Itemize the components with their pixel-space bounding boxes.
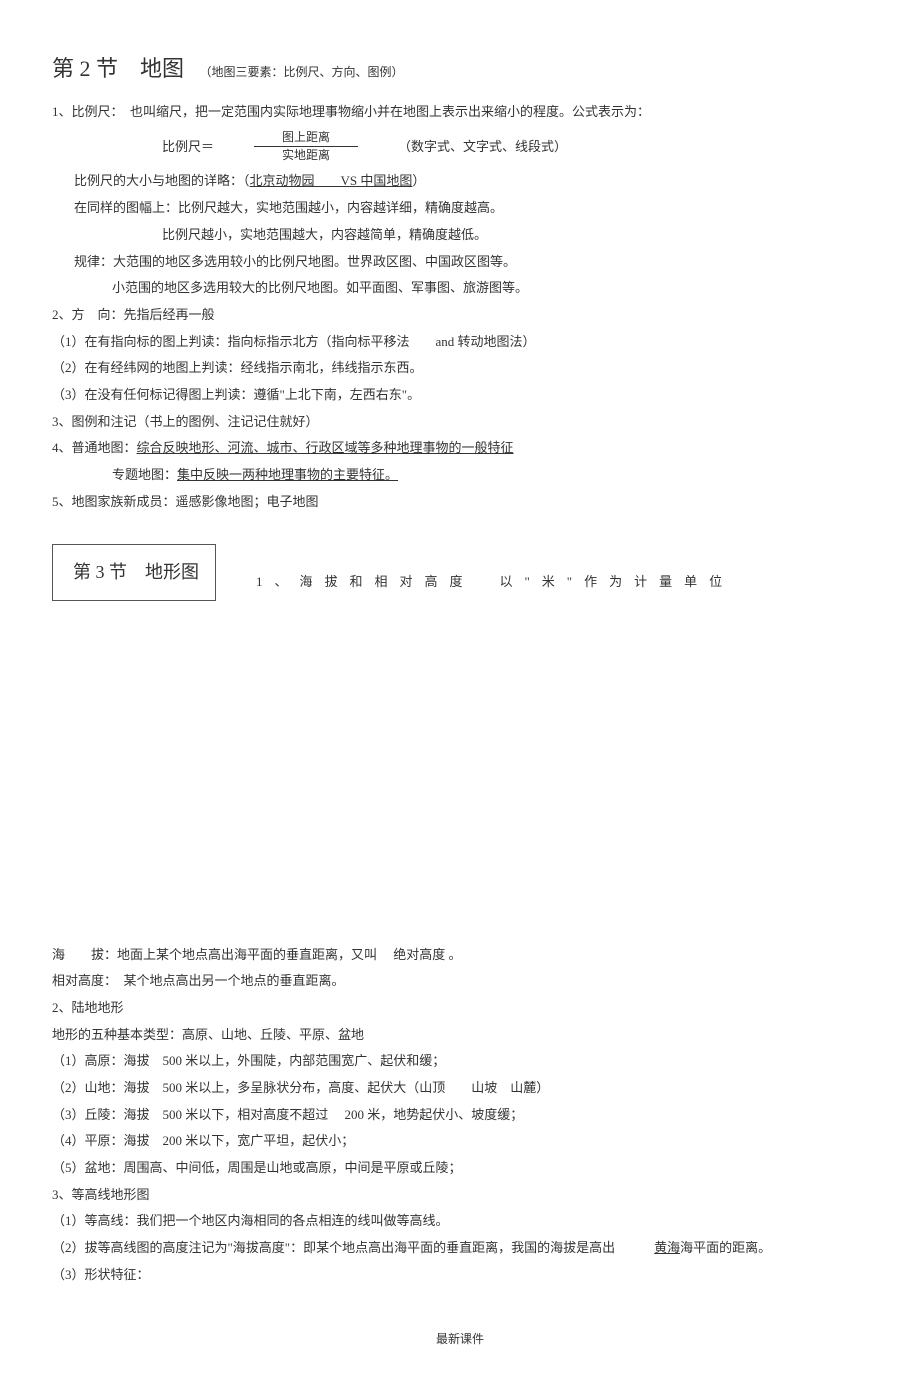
type-2: （2）山地：海拔 500 米以上，多呈脉状分布，高度、起伏大（山顶 山坡 山麓） — [52, 1076, 868, 1101]
text: ） — [412, 173, 425, 188]
scale-types: （数字式、文字式、线段式） — [398, 135, 567, 160]
type-1: （1）高原：海拔 500 米以上，外围陡，内部范围宽广、起伏和缓； — [52, 1049, 868, 1074]
text: （2）拔等高线图的高度注记为"海拔高度"：即某个地点高出海平面的垂直距离，我国的… — [52, 1240, 654, 1255]
section-3-intro: 1、海拔和相对高度 以"米"作为计量单位 — [216, 570, 868, 601]
contour-2: （2）拔等高线图的高度注记为"海拔高度"：即某个地点高出海平面的垂直距离，我国的… — [52, 1236, 868, 1261]
item-1b: 在同样的图幅上：比例尺越大，实地范围越小，内容越详细，精确度越高。 — [52, 196, 868, 221]
label: 4、普通地图： — [52, 440, 137, 455]
item-2a: （1）在有指向标的图上判读：指向标指示北方（指向标平移法 and 转动地图法） — [52, 330, 868, 355]
item-land-2: 2、陆地地形 — [52, 996, 868, 1021]
label: 海 拔： — [52, 947, 117, 962]
rel-alt-def: 相对高度： 某个地点高出另一个地点的垂直距离。 — [52, 969, 868, 994]
page-footer: 最新课件 — [52, 1328, 868, 1351]
section-3-header-row: 第 3 节 地形图 1、海拔和相对高度 以"米"作为计量单位 — [52, 516, 868, 600]
item-1a: 比例尺的大小与地图的详略：（北京动物园 VS 中国地图） — [52, 169, 868, 194]
h2-sub: （地图三要素：比例尺、方向、图例） — [200, 65, 404, 79]
item-5: 5、地图家族新成员：遥感影像地图；电子地图 — [52, 490, 868, 515]
section-3-box: 第 3 节 地形图 — [52, 544, 216, 600]
blank-space — [52, 601, 868, 941]
underline: 北京动物园 VS 中国地图 — [250, 173, 413, 188]
item-2c: （3）在没有任何标记得图上判读：遵循"上北下南，左西右东"。 — [52, 383, 868, 408]
contour-1: （1）等高线：我们把一个地区内海相同的各点相连的线叫做等高线。 — [52, 1209, 868, 1234]
label: 专题地图： — [112, 467, 177, 482]
item-1c: 比例尺越小，实地范围越大，内容越简单，精确度越低。 — [52, 223, 868, 248]
underline: 综合反映地形、河流、城市、行政区域等多种地理事物的一般特征 — [137, 440, 514, 455]
section-2-title: 第 2 节 地图 （地图三要素：比例尺、方向、图例） — [52, 48, 868, 90]
item-2b: （2）在有经纬网的地图上判读：经线指示南北，纬线指示东西。 — [52, 356, 868, 381]
item-3: 3、图例和注记（书上的图例、注记记住就好） — [52, 410, 868, 435]
text: 某个地点高出另一个地点的垂直距离。 — [111, 973, 345, 988]
fraction-top: 图上距离 — [254, 130, 358, 147]
fraction-bottom: 实地距离 — [282, 147, 330, 163]
land-types: 地形的五种基本类型：高原、山地、丘陵、平原、盆地 — [52, 1023, 868, 1048]
text: 比例尺的大小与地图的详略：（ — [74, 173, 250, 188]
item-1e: 小范围的地区多选用较大的比例尺地图。如平面图、军事图、旅游图等。 — [52, 276, 868, 301]
item-4a: 4、普通地图：综合反映地形、河流、城市、行政区域等多种地理事物的一般特征 — [52, 436, 868, 461]
alt-def: 海 拔：地面上某个地点高出海平面的垂直距离，又叫 绝对高度 。 — [52, 943, 868, 968]
type-3: （3）丘陵：海拔 500 米以下，相对高度不超过 200 米，地势起伏小、坡度缓… — [52, 1103, 868, 1128]
item-1d: 规律：大范围的地区多选用较小的比例尺地图。世界政区图、中国政区图等。 — [52, 250, 868, 275]
underline: 集中反映一两种地理事物的主要特征。 — [177, 467, 398, 482]
text: 地面上某个地点高出海平面的垂直距离，又叫 绝对高度 。 — [117, 947, 462, 962]
item-4b: 专题地图：集中反映一两种地理事物的主要特征。 — [52, 463, 868, 488]
text: 海平面的距离。 — [680, 1240, 771, 1255]
scale-fraction: 图上距离 实地距离 — [254, 130, 358, 163]
item-1: 1、比例尺： 也叫缩尺，把一定范围内实际地理事物缩小并在地图上表示出来缩小的程度… — [52, 100, 868, 125]
item-2: 2、方 向：先指后经再一般 — [52, 303, 868, 328]
contour-3: （3）形状特征： — [52, 1263, 868, 1288]
type-4: （4）平原：海拔 200 米以下，宽广平坦，起伏小； — [52, 1129, 868, 1154]
type-5: （5）盆地：周围高、中间低，周围是山地或高原，中间是平原或丘陵； — [52, 1156, 868, 1181]
scale-label: 比例尺＝ — [162, 135, 214, 160]
h2-main: 第 2 节 地图 — [52, 56, 184, 81]
underline: 黄海 — [654, 1240, 680, 1255]
label: 相对高度： — [52, 973, 111, 988]
item-contour-3: 3、等高线地形图 — [52, 1183, 868, 1208]
scale-formula: 比例尺＝ 图上距离 实地距离 （数字式、文字式、线段式） — [162, 130, 868, 163]
